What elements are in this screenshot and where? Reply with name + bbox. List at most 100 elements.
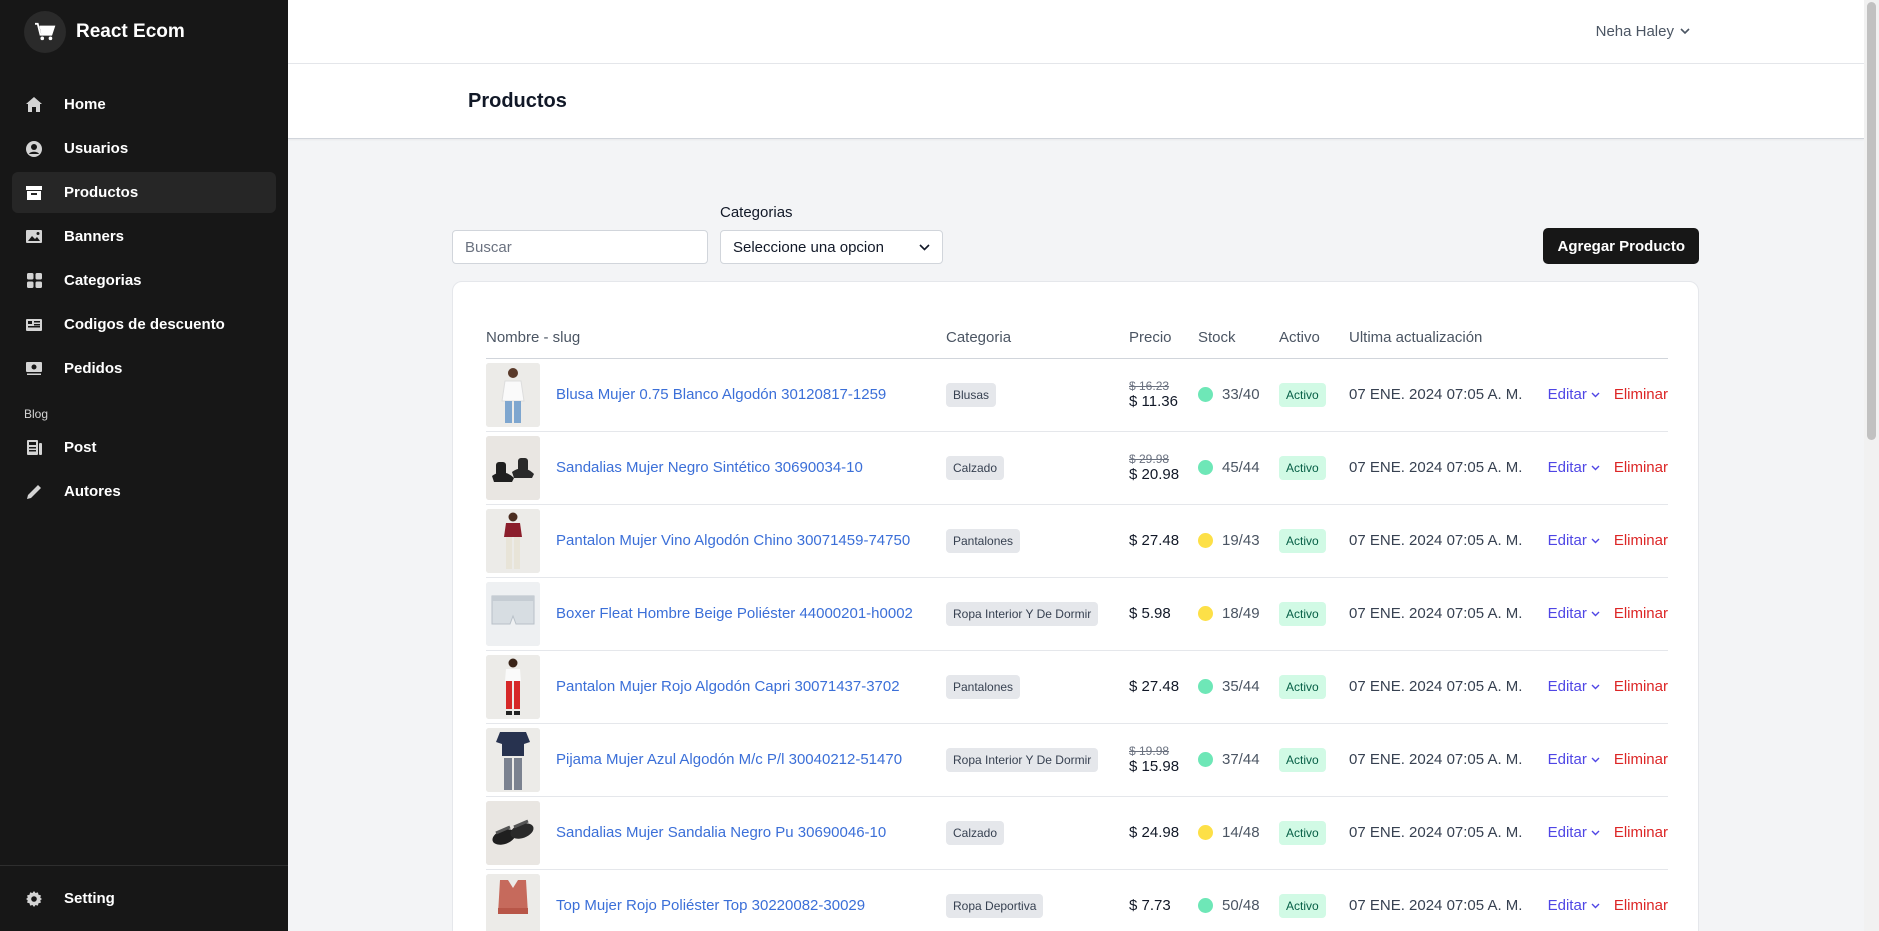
home-icon	[24, 95, 44, 115]
cell-category: Calzado	[946, 431, 1129, 505]
edit-dropdown[interactable]: Editar	[1548, 751, 1600, 768]
updated-date: 07 ENE. 2024 07:05 A. M.	[1349, 386, 1523, 403]
delete-button[interactable]: Eliminar	[1614, 678, 1668, 695]
cell-category: Pantalones	[946, 650, 1129, 724]
col-header-stock[interactable]: Stock	[1198, 318, 1279, 359]
product-name-link[interactable]: Blusa Mujer 0.75 Blanco Algodón 30120817…	[556, 386, 886, 403]
edit-dropdown[interactable]: Editar	[1548, 678, 1600, 695]
sidebar-item-label: Setting	[64, 890, 115, 907]
status-badge: Activo	[1279, 820, 1326, 845]
delete-button[interactable]: Eliminar	[1614, 605, 1668, 622]
updated-date: 07 ENE. 2024 07:05 A. M.	[1349, 459, 1523, 476]
cell-stock: 18/49	[1198, 577, 1279, 651]
edit-dropdown[interactable]: Editar	[1548, 824, 1600, 841]
status-badge: Activo	[1279, 528, 1326, 553]
scrollbar-thumb[interactable]	[1867, 2, 1876, 440]
page-scrollbar[interactable]	[1864, 0, 1879, 931]
category-badge: Pantalones	[946, 674, 1021, 699]
cell-active: Activo	[1279, 577, 1349, 651]
cell-name: Sandalias Mujer Negro Sintético 30690034…	[486, 431, 946, 505]
table-row: Pantalon Mujer Rojo Algodón Capri 300714…	[486, 650, 1668, 724]
image-icon	[24, 227, 44, 247]
edit-dropdown[interactable]: Editar	[1548, 386, 1600, 403]
product-name-link[interactable]: Sandalias Mujer Negro Sintético 30690034…	[556, 459, 863, 476]
price: $ 27.48	[1129, 677, 1180, 695]
cell-actions: Editar Eliminar	[1541, 650, 1668, 724]
updated-date: 07 ENE. 2024 07:05 A. M.	[1349, 897, 1523, 914]
cell-stock: 45/44	[1198, 431, 1279, 505]
delete-button[interactable]: Eliminar	[1614, 824, 1668, 841]
sidebar-item-banners[interactable]: Banners	[12, 216, 276, 257]
col-header-name[interactable]: Nombre - slug	[486, 318, 946, 359]
category-badge: Blusas	[946, 382, 997, 407]
delete-button[interactable]: Eliminar	[1614, 751, 1668, 768]
product-name-link[interactable]: Top Mujer Rojo Poliéster Top 30220082-30…	[556, 897, 865, 914]
table-row: Pijama Mujer Azul Algodón M/c P/l 300402…	[486, 723, 1668, 797]
product-name-link[interactable]: Sandalias Mujer Sandalia Negro Pu 306900…	[556, 824, 886, 841]
edit-dropdown[interactable]: Editar	[1548, 605, 1600, 622]
old-price: $ 29.98	[1129, 451, 1170, 466]
product-name-link[interactable]: Boxer Fleat Hombre Beige Poliéster 44000…	[556, 605, 913, 622]
cell-active: Activo	[1279, 650, 1349, 724]
stock-status-dot	[1198, 898, 1213, 913]
product-name-link[interactable]: Pijama Mujer Azul Algodón M/c P/l 300402…	[556, 751, 902, 768]
table-row: Top Mujer Rojo Poliéster Top 30220082-30…	[486, 869, 1668, 931]
delete-button[interactable]: Eliminar	[1614, 897, 1668, 914]
table-row: Sandalias Mujer Sandalia Negro Pu 306900…	[486, 796, 1668, 870]
status-badge: Activo	[1279, 893, 1326, 918]
product-thumbnail	[486, 873, 540, 931]
product-name-link[interactable]: Pantalon Mujer Rojo Algodón Capri 300714…	[556, 678, 900, 695]
products-table: Nombre - slug Categoria Precio Stock Act…	[486, 318, 1668, 931]
edit-label: Editar	[1547, 824, 1587, 841]
cell-actions: Editar Eliminar	[1541, 577, 1668, 651]
sidebar-item-home[interactable]: Home	[12, 84, 276, 125]
edit-dropdown[interactable]: Editar	[1548, 459, 1600, 476]
sidebar-item-label: Productos	[64, 184, 139, 201]
product-thumbnail	[486, 727, 540, 792]
table-body: Blusa Mujer 0.75 Blanco Algodón 30120817…	[486, 358, 1668, 931]
col-header-updated[interactable]: Ultima actualización	[1349, 318, 1541, 359]
grid-icon	[24, 271, 44, 291]
product-name-link[interactable]: Pantalon Mujer Vino Algodón Chino 300714…	[556, 532, 910, 549]
search-input[interactable]	[452, 230, 708, 264]
cell-active: Activo	[1279, 504, 1349, 578]
sidebar-item-codigos[interactable]: Codigos de descuento	[12, 304, 276, 345]
user-menu[interactable]: Neha Haley	[1596, 23, 1690, 40]
cash-icon	[24, 359, 44, 379]
filters-bar: Categorias Seleccione una opcion Agregar…	[452, 200, 1699, 264]
add-product-button[interactable]: Agregar Producto	[1543, 228, 1699, 264]
archive-box-icon	[24, 183, 44, 203]
delete-button[interactable]: Eliminar	[1614, 532, 1668, 549]
chevron-down-icon	[1591, 465, 1600, 470]
stock-status-dot	[1198, 679, 1213, 694]
category-label: Categorias	[720, 204, 793, 221]
status-badge: Activo	[1279, 674, 1326, 699]
sidebar-item-setting[interactable]: Setting	[12, 878, 276, 919]
stock-value: 14/48	[1222, 824, 1260, 841]
sidebar-item-usuarios[interactable]: Usuarios	[12, 128, 276, 169]
edit-dropdown[interactable]: Editar	[1548, 897, 1600, 914]
sidebar-item-post[interactable]: Post	[12, 427, 276, 468]
col-header-active[interactable]: Activo	[1279, 318, 1349, 359]
stock-value: 18/49	[1222, 605, 1260, 622]
col-header-price[interactable]: Precio	[1129, 318, 1198, 359]
sidebar-item-pedidos[interactable]: Pedidos	[12, 348, 276, 389]
delete-button[interactable]: Eliminar	[1614, 459, 1668, 476]
delete-button[interactable]: Eliminar	[1614, 386, 1668, 403]
brand[interactable]: React Ecom	[0, 0, 288, 64]
edit-label: Editar	[1547, 605, 1587, 622]
cell-price: $ 29.98 $ 20.98	[1129, 431, 1198, 505]
cell-name: Blusa Mujer 0.75 Blanco Algodón 30120817…	[486, 358, 946, 432]
sidebar-item-productos[interactable]: Productos	[12, 172, 276, 213]
col-header-category[interactable]: Categoria	[946, 318, 1129, 359]
category-badge: Calzado	[946, 455, 1005, 480]
sidebar-item-autores[interactable]: Autores	[12, 471, 276, 512]
cell-active: Activo	[1279, 358, 1349, 432]
cell-name: Boxer Fleat Hombre Beige Poliéster 44000…	[486, 577, 946, 651]
stock-value: 19/43	[1222, 532, 1260, 549]
page-title: Productos	[468, 90, 567, 112]
sidebar-item-categorias[interactable]: Categorias	[12, 260, 276, 301]
edit-dropdown[interactable]: Editar	[1548, 532, 1600, 549]
category-select[interactable]: Seleccione una opcion	[720, 230, 943, 264]
cell-stock: 50/48	[1198, 869, 1279, 931]
